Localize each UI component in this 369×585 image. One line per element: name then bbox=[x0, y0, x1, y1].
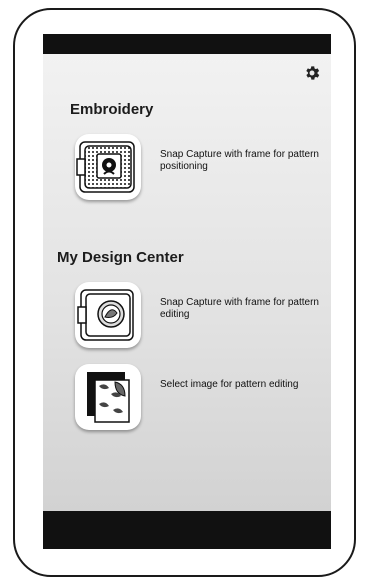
snap-capture-positioning-button[interactable]: Snap Capture with frame for pattern posi… bbox=[75, 134, 319, 204]
select-image-label: Select image for pattern editing bbox=[160, 379, 299, 390]
app-screen: Embroidery Snap Capture with frame for p… bbox=[43, 34, 331, 549]
snap-capture-editing-label: Snap Capture with frame for pattern edit… bbox=[160, 297, 319, 320]
snap-capture-editing-button[interactable]: Snap Capture with frame for pattern edit… bbox=[75, 282, 319, 352]
embroidery-title: Embroidery bbox=[70, 101, 154, 118]
select-image-button[interactable]: Select image for pattern editing bbox=[75, 364, 315, 434]
status-bar bbox=[43, 34, 331, 54]
image-select-icon bbox=[75, 364, 141, 430]
gear-icon[interactable] bbox=[303, 64, 321, 82]
embroidery-frame-icon bbox=[75, 134, 141, 200]
design-frame-icon bbox=[75, 282, 141, 348]
design-center-title: My Design Center bbox=[57, 249, 184, 266]
snap-capture-positioning-label: Snap Capture with frame for pattern posi… bbox=[160, 149, 319, 172]
navigation-bar bbox=[43, 511, 331, 549]
